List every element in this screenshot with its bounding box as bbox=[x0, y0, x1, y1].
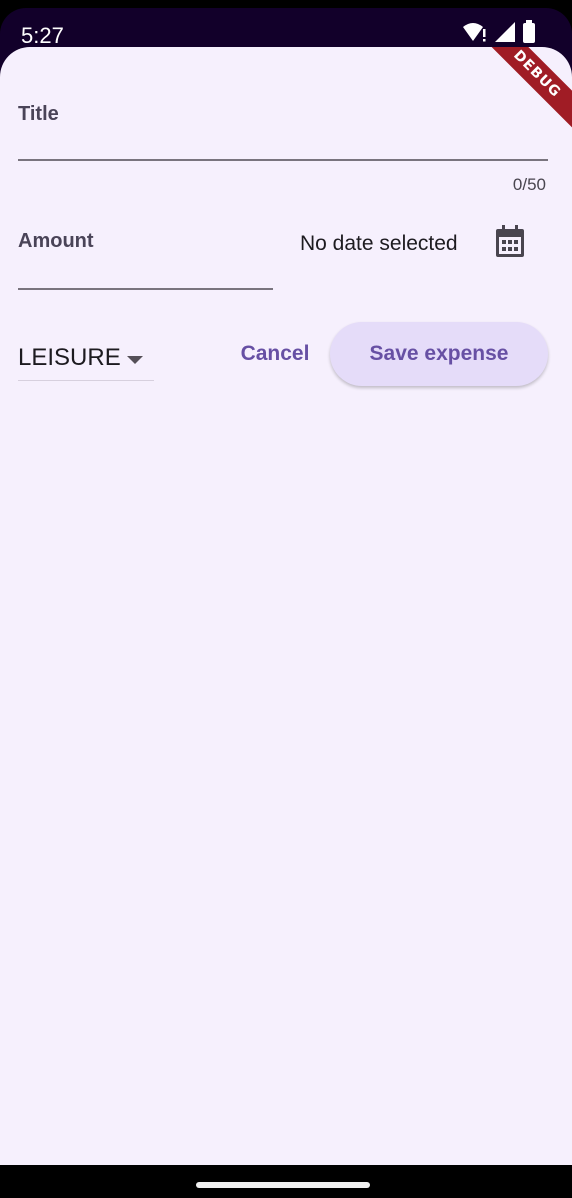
status-time: 5:27 bbox=[21, 23, 64, 48]
title-field-input[interactable] bbox=[18, 159, 548, 161]
selected-date-text: No date selected bbox=[300, 232, 458, 255]
title-character-counter: 0/50 bbox=[512, 175, 546, 194]
home-indicator[interactable] bbox=[196, 1182, 370, 1188]
amount-field-label: Amount bbox=[18, 230, 94, 252]
screen: 5:27 DEBUG Title 0/50 Amount No date sel… bbox=[0, 0, 572, 1198]
amount-field-input[interactable] bbox=[18, 288, 273, 290]
cellular-signal-icon bbox=[494, 21, 516, 43]
battery-icon bbox=[522, 20, 536, 44]
title-field-label: Title bbox=[18, 103, 59, 125]
debug-banner: DEBUG bbox=[474, 47, 572, 137]
save-expense-button[interactable]: Save expense bbox=[330, 322, 548, 386]
wifi-alert-icon bbox=[462, 21, 488, 43]
calendar-icon bbox=[495, 224, 525, 262]
add-expense-sheet: DEBUG Title 0/50 Amount No date selected bbox=[0, 47, 572, 1165]
cancel-button[interactable]: Cancel bbox=[226, 323, 324, 385]
date-picker-button[interactable] bbox=[492, 224, 528, 262]
system-navigation-bar bbox=[0, 1165, 572, 1198]
category-dropdown[interactable]: LEISURE bbox=[18, 335, 154, 381]
status-icons bbox=[462, 20, 536, 44]
dropdown-arrow-icon bbox=[127, 351, 143, 369]
category-selected-value: LEISURE bbox=[18, 343, 121, 371]
